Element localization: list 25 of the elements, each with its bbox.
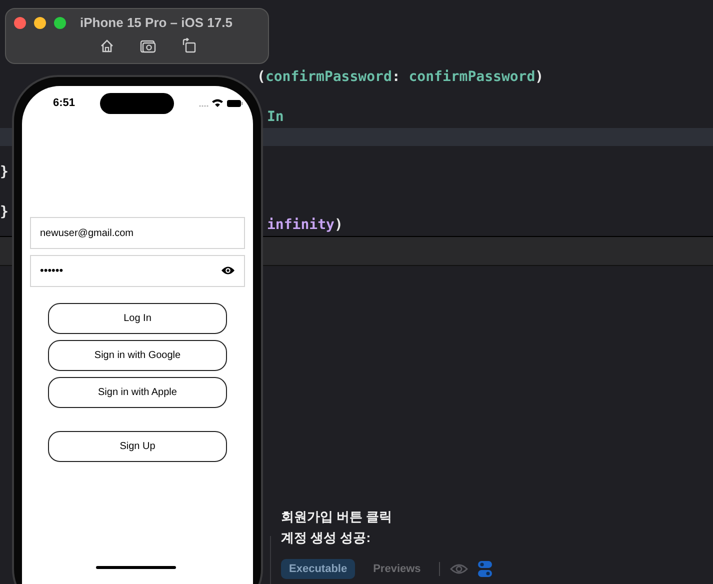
status-time: 6:51 (53, 97, 76, 109)
eye-icon[interactable] (221, 266, 235, 275)
window-title: iPhone 15 Pro – iOS 17.5 (80, 15, 232, 30)
auth-button[interactable]: Sign in with Apple (48, 377, 227, 408)
zoom-button[interactable] (54, 16, 66, 28)
auth-button[interactable]: Log In (48, 303, 227, 334)
code-line: (confirmPassword: confirmPassword) (257, 68, 544, 86)
screenshot-icon[interactable] (140, 38, 156, 52)
toggle-icon[interactable] (478, 561, 492, 577)
rotate-icon[interactable] (182, 38, 196, 53)
close-button[interactable] (14, 16, 26, 28)
code-line: In (267, 108, 284, 126)
home-icon[interactable] (100, 38, 114, 52)
console-line: 계정 생성 성공: (281, 529, 372, 547)
status-icons (199, 98, 243, 108)
auth-button[interactable]: Sign Up (48, 431, 227, 462)
console-line: 회원가입 버튼 클릭 (281, 508, 394, 526)
code-line: } (0, 163, 8, 181)
email-field[interactable]: newuser@gmail.com (30, 217, 245, 249)
code-line: infinity) (267, 216, 343, 234)
code-line: } (0, 203, 8, 221)
minimize-button[interactable] (34, 16, 46, 28)
auth-button[interactable]: Sign in with Google (48, 340, 227, 371)
scheme-tab[interactable]: Executable (281, 559, 356, 579)
password-field[interactable]: •••••• (30, 255, 245, 287)
